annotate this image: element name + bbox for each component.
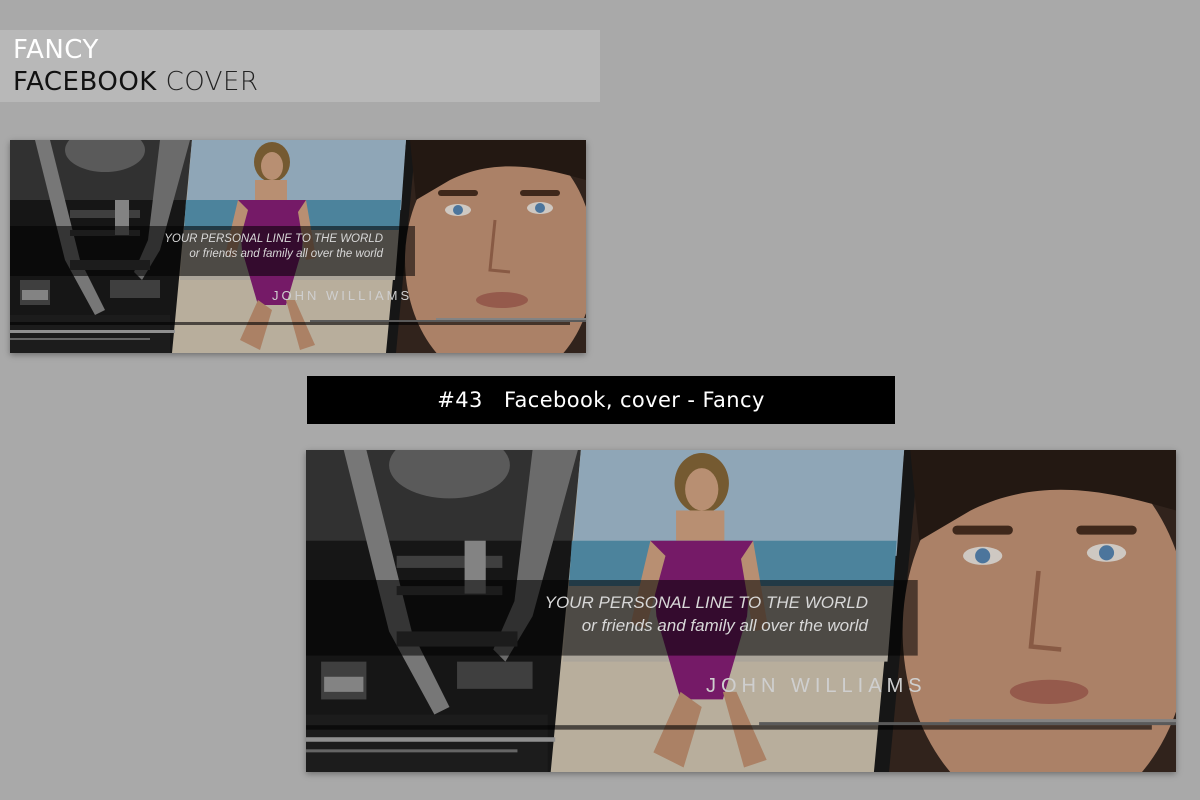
cover-tagline: YOUR PERSONAL LINE TO THE WORLD or frien… [164, 232, 383, 262]
tagline-line-1: YOUR PERSONAL LINE TO THE WORLD [544, 593, 868, 612]
title-block: FANCY FACEBOOK COVER [0, 30, 600, 102]
tagline-line-1: YOUR PERSONAL LINE TO THE WORLD [164, 233, 383, 245]
cover-preview-large: YOUR PERSONAL LINE TO THE WORLD or frien… [306, 450, 1176, 772]
product-label-text: #43 Facebook, cover - Fancy [437, 388, 765, 412]
cover-name: JOHN WILLIAMS [272, 288, 413, 303]
cover-name: JOHN WILLIAMS [706, 675, 927, 697]
title-line-2: FACEBOOK COVER [13, 67, 259, 97]
tagline-line-2: or friends and family all over the world [581, 616, 868, 635]
cover-tagline: YOUR PERSONAL LINE TO THE WORLD or frien… [545, 591, 868, 637]
product-label: #43 Facebook, cover - Fancy [307, 376, 895, 424]
tagline-line-2: or friends and family all over the world [189, 248, 383, 260]
title-light-word: COVER [165, 67, 259, 97]
cover-preview-small: YOUR PERSONAL LINE TO THE WORLD or frien… [10, 140, 586, 353]
title-line-1: FANCY [13, 35, 99, 65]
title-bold-word: FACEBOOK [13, 67, 157, 97]
